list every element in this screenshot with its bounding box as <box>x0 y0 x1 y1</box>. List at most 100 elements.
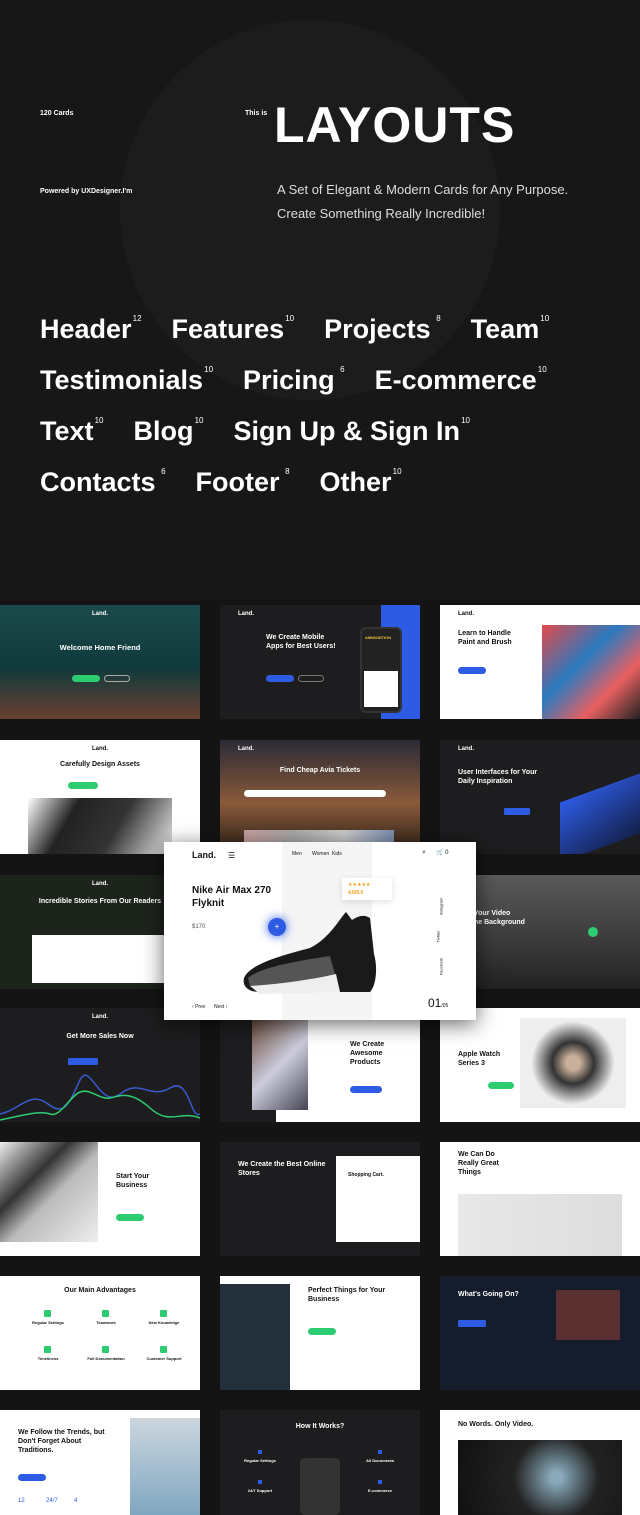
card-start-business[interactable]: Start Your Business <box>0 1142 200 1256</box>
card-paint-brush[interactable]: Land. Learn to Handle Paint and Brush <box>440 605 640 719</box>
primary-button[interactable] <box>308 1328 336 1335</box>
primary-button[interactable] <box>116 1214 144 1221</box>
feature-label: Teamwork <box>96 1320 116 1325</box>
cart-title: Shopping Cart. <box>348 1172 384 1178</box>
category-blog[interactable]: Blog 10 <box>134 416 204 447</box>
card-sales[interactable]: Land. Get More Sales Now <box>0 1008 200 1122</box>
category-list: Header 12 Features 10 Projects 8 Team 10 Testimo… <box>40 314 640 518</box>
phone-mockup <box>300 1458 340 1515</box>
category-footer[interactable]: Footer 8 <box>196 467 290 498</box>
category-name: Pricing <box>243 365 335 395</box>
brushes-image <box>458 1194 622 1256</box>
card-welcome[interactable]: Land. Welcome Home Friend <box>0 605 200 719</box>
feature-label: Regular Settings <box>244 1458 276 1463</box>
category-e-commerce[interactable]: E-commerce 10 <box>375 365 547 396</box>
secondary-button[interactable] <box>104 675 130 682</box>
card-title: Start Your Business <box>116 1173 150 1190</box>
card-title: No Words. Only Video. <box>458 1421 534 1428</box>
primary-button[interactable] <box>350 1086 382 1093</box>
category-testimonials[interactable]: Testimonials 10 <box>40 365 213 396</box>
primary-button[interactable] <box>458 667 486 674</box>
category-team[interactable]: Team 10 <box>471 314 550 345</box>
category-count: 10 <box>537 365 547 374</box>
card-avia-tickets[interactable]: Land. Find Cheap Avia Tickets <box>220 740 420 854</box>
price: $170 <box>192 924 206 930</box>
card-user-interfaces[interactable]: Land. User Interfaces for Your Daily Ins… <box>440 740 640 854</box>
search-bar[interactable] <box>244 790 386 797</box>
card-online-stores[interactable]: We Create the Best Online Stores Shoppin… <box>220 1142 420 1256</box>
card-title: We Follow the Trends, but Don't Forget A… <box>18 1429 105 1455</box>
card-title: Find Cheap Avia Tickets <box>279 767 361 774</box>
primary-button[interactable] <box>68 1058 98 1065</box>
card-title: We Create Awesome Products <box>350 1041 385 1067</box>
card-whats-going-on[interactable]: What's Going On? <box>440 1276 640 1390</box>
feature-label: New Knowledge <box>148 1320 180 1325</box>
card-title: How It Works? <box>295 1423 345 1430</box>
card-awesome-products[interactable]: We Create Awesome Products <box>220 1008 420 1122</box>
feature-icon <box>102 1346 109 1353</box>
buy-button[interactable] <box>488 1082 514 1089</box>
featured-card[interactable]: Land. ☰ Men Women Kids ⌕ 🛒 0 Nike Air Max … <box>164 842 476 1020</box>
social-facebook[interactable]: Facebook <box>438 958 443 976</box>
category-contacts[interactable]: Contacts 6 <box>40 467 166 498</box>
primary-button[interactable] <box>458 1320 486 1327</box>
feature-icon <box>258 1480 262 1484</box>
social-twitter[interactable]: Twitter <box>435 931 440 943</box>
card-apple-watch[interactable]: Apple Watch Series 3 <box>440 1008 640 1122</box>
video-thumbnail[interactable] <box>556 1290 620 1340</box>
logo: Land. <box>238 746 254 752</box>
nav-item-men[interactable]: Men <box>292 851 302 857</box>
card-design-assets[interactable]: Land. Carefully Design Assets <box>0 740 200 854</box>
stat-value: 4 <box>74 1498 78 1504</box>
feature-label: 24/7 Support <box>247 1488 273 1493</box>
search-icon[interactable]: ⌕ <box>422 849 426 857</box>
category-count: 10 <box>392 467 402 476</box>
play-icon[interactable] <box>588 927 598 937</box>
design-image <box>252 1020 308 1110</box>
subscribe-button[interactable] <box>504 808 530 815</box>
video-image[interactable] <box>458 1440 622 1515</box>
category-sign-up-sign-in[interactable]: Sign Up & Sign In 10 <box>234 416 470 447</box>
tagline-2: Create Something Really Incredible! <box>277 206 486 221</box>
next-button[interactable]: Next › <box>214 1004 227 1010</box>
card-title: Get More Sales Now <box>66 1033 134 1040</box>
category-projects[interactable]: Projects 8 <box>324 314 441 345</box>
category-count: 10 <box>94 416 104 425</box>
prev-button[interactable]: ‹ Prev <box>192 1004 205 1010</box>
card-title: We Create the Best Online Stores <box>238 1161 326 1178</box>
category-other[interactable]: Other 10 <box>320 467 402 498</box>
nav-item-kids[interactable]: Kids <box>332 851 342 857</box>
card-advantages[interactable]: Our Main Advantages Regular Settings Team… <box>0 1276 200 1390</box>
card-how-it-works[interactable]: How It Works? Regular Settings All Docume… <box>220 1410 420 1515</box>
feature-icon <box>44 1310 51 1317</box>
card-mobile-apps[interactable]: Land. AMMUNITION We Create Mobile Apps f… <box>220 605 420 719</box>
logo: Land. <box>92 1014 108 1020</box>
feature-icon <box>160 1346 167 1353</box>
menu-icon[interactable]: ☰ <box>228 851 235 860</box>
card-trends[interactable]: We Follow the Trends, but Don't Forget A… <box>0 1410 200 1515</box>
category-pricing[interactable]: Pricing 6 <box>243 365 345 396</box>
nav-item-women[interactable]: Women <box>312 851 329 857</box>
card-title: Perfect Things for Your Business <box>308 1287 386 1304</box>
card-great-things[interactable]: We Can Do Really Great Things <box>440 1142 640 1256</box>
primary-button[interactable] <box>72 675 100 682</box>
secondary-button[interactable] <box>298 675 324 682</box>
primary-button[interactable] <box>18 1474 46 1481</box>
feature-icon <box>258 1450 262 1454</box>
social-instagram[interactable]: Instagram <box>438 898 443 916</box>
primary-button[interactable] <box>68 782 98 789</box>
card-title: We Can Do Really Great Things <box>458 1151 499 1177</box>
category-header[interactable]: Header 12 <box>40 314 142 345</box>
card-perfect-things[interactable]: Perfect Things for Your Business <box>220 1276 420 1390</box>
sneaker-image <box>243 912 377 994</box>
category-name: Testimonials <box>40 365 204 395</box>
category-row: Header 12 Features 10 Projects 8 Team 10 <box>40 314 640 365</box>
card-title: Our Main Advantages <box>64 1287 136 1294</box>
category-features[interactable]: Features 10 <box>172 314 295 345</box>
feature-icon <box>102 1310 109 1317</box>
category-text[interactable]: Text 10 <box>40 416 104 447</box>
feature-label: Full Documentation <box>87 1356 125 1361</box>
primary-button[interactable] <box>266 675 294 682</box>
card-no-words[interactable]: No Words. Only Video. <box>440 1410 640 1515</box>
cart-icon[interactable]: 🛒 0 <box>436 849 448 856</box>
